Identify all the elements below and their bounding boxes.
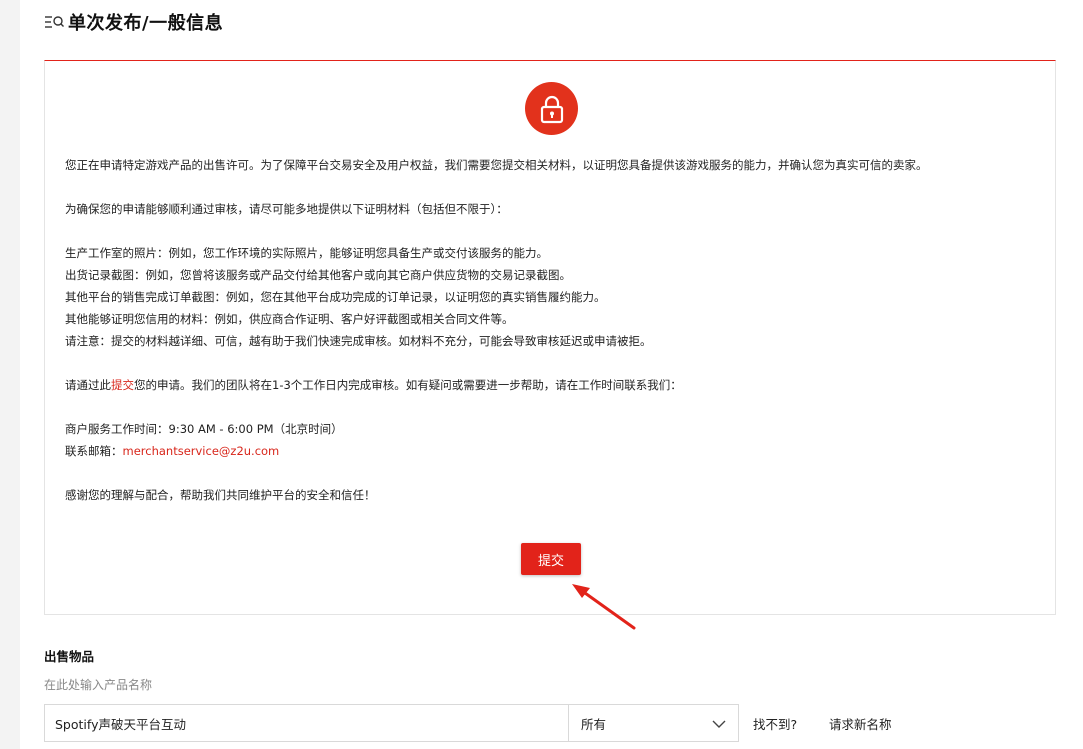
request-new-name-link[interactable]: 请求新名称: [829, 714, 892, 733]
page-container: 单次发布/一般信息 您正在申请特定游戏产品的出售许可。为了保障平台交易安全及用户…: [20, 0, 1083, 749]
material-note: 请注意：提交的材料越详细、可信，越有助于我们快速完成审核。如材料不充分，可能会导…: [65, 334, 652, 348]
chevron-down-icon: [712, 716, 726, 731]
notice-intro: 您正在申请特定游戏产品的出售许可。为了保障平台交易安全及用户权益，我们需要您提交…: [65, 158, 928, 172]
page-header: 单次发布/一般信息: [44, 8, 223, 36]
category-value: 所有: [581, 716, 607, 732]
email-link[interactable]: merchantservice@z2u.com: [123, 444, 280, 458]
page-title: 单次发布/一般信息: [68, 13, 224, 34]
submit-inline-link[interactable]: 提交: [111, 378, 134, 392]
material-item: 生产工作室的照片：例如，您工作环境的实际照片，能够证明您具备生产或交付该服务的能…: [65, 246, 548, 260]
service-hours: 商户服务工作时间：9:30 AM - 6:00 PM（北京时间）: [65, 422, 343, 436]
not-found-link[interactable]: 找不到?: [753, 714, 797, 733]
contact-email: 联系邮箱：merchantservice@z2u.com: [65, 444, 280, 458]
category-select[interactable]: 所有: [568, 704, 739, 742]
annotation-arrow-icon: [572, 584, 636, 630]
lock-icon: [525, 82, 578, 135]
materials-intro: 为确保您的申请能够顺利通过审核，请尽可能多地提供以下证明材料（包括但不限于）：: [65, 202, 508, 216]
thanks-text: 感谢您的理解与配合，帮助我们共同维护平台的安全和信任！: [65, 488, 376, 502]
submit-button[interactable]: 提交: [521, 543, 581, 575]
menu-search-icon[interactable]: [44, 12, 64, 32]
notice-body: 您正在申请特定游戏产品的出售许可。为了保障平台交易安全及用户权益，我们需要您提交…: [65, 154, 1040, 506]
submit-instruction: 请通过此提交您的申请。我们的团队将在1-3个工作日内完成审核。如有疑问或需要进一…: [65, 378, 682, 392]
sale-item-hint: 在此处输入产品名称: [44, 678, 153, 692]
product-name-input[interactable]: Spotify声破天平台互动: [44, 704, 569, 742]
seller-verification-notice: 您正在申请特定游戏产品的出售许可。为了保障平台交易安全及用户权益，我们需要您提交…: [44, 60, 1056, 615]
material-item: 其他能够证明您信用的材料：例如，供应商合作证明、客户好评截图或相关合同文件等。: [65, 312, 514, 326]
sale-item-label: 出售物品: [44, 649, 95, 664]
material-item: 其他平台的销售完成订单截图：例如，您在其他平台成功完成的订单记录，以证明您的真实…: [65, 290, 606, 304]
material-item: 出货记录截图：例如，您曾将该服务或产品交付给其他客户或向其它商户供应货物的交易记…: [65, 268, 571, 282]
